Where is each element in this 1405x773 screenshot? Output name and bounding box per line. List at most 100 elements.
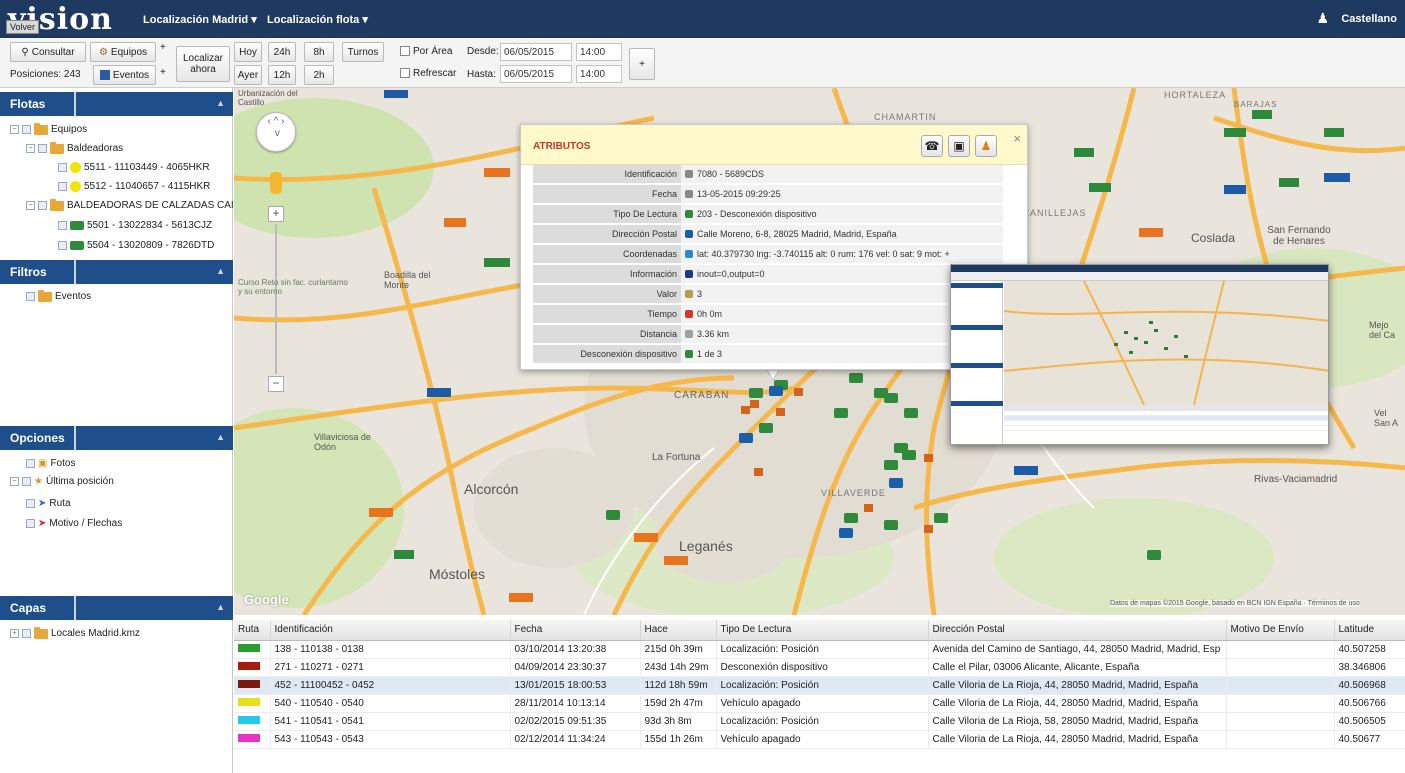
table-cell-id: 540 - 110540 - 0540	[270, 694, 511, 713]
column-header[interactable]: Ruta	[234, 620, 271, 641]
tree-item-equipos[interactable]: − Equipos	[10, 122, 87, 135]
table-row[interactable]: 543 - 110543 - 0543 02/12/2014 11:34:24 15…	[234, 730, 1405, 749]
option-ruta[interactable]: ➤ Ruta	[26, 498, 71, 509]
hasta-date-input[interactable]: 06/05/2015	[500, 65, 572, 83]
table-row[interactable]: 271 - 110271 - 0271 04/09/2014 23:30:37 24…	[234, 658, 1405, 677]
tree-checkbox[interactable]	[26, 519, 35, 528]
zoom-slider[interactable]	[275, 224, 277, 374]
equipos-more[interactable]: +	[160, 42, 166, 53]
collapse-icon[interactable]: −	[10, 477, 19, 486]
tree-item-baldeadoras[interactable]: − Baldeadoras	[26, 141, 123, 154]
route-color-swatch	[238, 679, 260, 688]
localizar-ahora-button[interactable]: Localizar ahora	[176, 46, 230, 82]
12h-button[interactable]: 12h	[268, 65, 296, 85]
route-color-cell	[234, 640, 271, 659]
menu-localizacion-madrid[interactable]: Localización Madrid ▾	[143, 13, 257, 26]
tree-item-vehicle[interactable]: 5511 - 11103449 - 4065HKR	[58, 162, 210, 173]
option-motivo-flechas[interactable]: ➤ Motivo / Flechas	[26, 518, 122, 529]
flotas-panel-header[interactable]: Flotas ▲	[0, 92, 233, 116]
2h-button[interactable]: 2h	[304, 65, 334, 85]
tree-checkbox[interactable]	[58, 182, 67, 191]
tree-checkbox[interactable]	[38, 201, 47, 210]
column-header[interactable]: Identificación	[270, 620, 511, 641]
collapse-icon[interactable]: +	[10, 629, 19, 638]
table-row[interactable]: 541 - 110541 - 0541 02/02/2015 09:51:35 93…	[234, 712, 1405, 731]
tree-checkbox[interactable]	[58, 241, 67, 250]
tree-item-vehicle[interactable]: 5504 - 13020809 - 7826DTD	[58, 240, 214, 251]
column-header[interactable]: Motivo De Envío	[1226, 620, 1335, 641]
tree-checkbox[interactable]	[22, 629, 31, 638]
collapse-icon[interactable]: −	[26, 201, 35, 210]
zoom-in-button[interactable]: +	[268, 206, 284, 222]
language-selector[interactable]: Castellano	[1341, 13, 1397, 25]
layer-locales-madrid[interactable]: + Locales Madrid.kmz	[10, 626, 140, 639]
add-range-button[interactable]: +	[629, 48, 655, 80]
popup-title: ATRIBUTOS	[533, 141, 591, 152]
tree-checkbox[interactable]	[22, 477, 31, 486]
por-area-toggle[interactable]: Por Área	[400, 46, 452, 57]
equipos-button[interactable]: ⚙ Equipos	[90, 42, 156, 62]
table-row[interactable]: 540 - 110540 - 0540 28/11/2014 10:13:14 15…	[234, 694, 1405, 713]
hoy-button[interactable]: Hoy	[234, 42, 262, 62]
tree-checkbox[interactable]	[38, 144, 47, 153]
consultar-button[interactable]: ⚲ Consultar	[10, 42, 86, 62]
collapse-icon[interactable]: −	[26, 144, 35, 153]
column-header[interactable]: Dirección Postal	[928, 620, 1227, 641]
opciones-panel-header[interactable]: Opciones ▲	[0, 426, 233, 450]
desde-time-input[interactable]: 14:00	[576, 43, 622, 61]
menu-localizacion-flota[interactable]: Localización flota ▾	[267, 13, 368, 26]
pan-control[interactable]: ‹ ^ › v	[256, 112, 296, 152]
tree-checkbox[interactable]	[26, 459, 35, 468]
capas-panel-header[interactable]: Capas ▲	[0, 596, 233, 620]
ayer-button[interactable]: Ayer	[234, 65, 262, 85]
8h-button[interactable]: 8h	[304, 42, 334, 62]
refrescar-toggle[interactable]: Refrescar	[400, 68, 456, 79]
zoom-out-button[interactable]: −	[268, 376, 284, 392]
table-cell-lat: 40.506766	[1334, 694, 1405, 713]
refrescar-checkbox[interactable]	[400, 68, 410, 79]
option-ultima-posicion[interactable]: − ★ Última posición	[10, 476, 114, 487]
por-area-checkbox[interactable]	[400, 46, 410, 57]
camera-icon[interactable]: ▣	[948, 135, 970, 157]
table-row[interactable]: 138 - 110138 - 0138 03/10/2014 13:20:38 21…	[234, 640, 1405, 659]
table-cell-fecha: 04/09/2014 23:30:37	[510, 658, 641, 677]
close-icon[interactable]: ×	[1013, 131, 1021, 146]
tree-checkbox[interactable]	[58, 221, 67, 230]
map-attribution[interactable]: Datos de mapas ©2015 Google, basado en B…	[1110, 600, 1360, 607]
filtros-panel-header[interactable]: Filtros ▲	[0, 260, 233, 284]
tree-item-vehicle[interactable]: 5501 - 13022834 - 5613CJZ	[58, 220, 212, 231]
collapse-icon[interactable]: −	[10, 125, 19, 134]
tree-checkbox[interactable]	[22, 125, 31, 134]
tree-item-eventos[interactable]: Eventos	[26, 289, 91, 302]
column-header[interactable]: Latitude	[1334, 620, 1405, 641]
route-color-swatch	[238, 643, 260, 652]
readings-table: Ruta Identificación Fecha Hace Tipo De L…	[234, 620, 1405, 773]
streetview-pegman-icon[interactable]	[270, 172, 282, 194]
tree-checkbox[interactable]	[58, 163, 67, 172]
option-fotos[interactable]: ▣ Fotos	[26, 458, 75, 469]
google-logo: Google	[244, 592, 289, 607]
eventos-more[interactable]: +	[160, 67, 166, 78]
column-header[interactable]: Hace	[640, 620, 717, 641]
vehicle-marker-icon	[70, 162, 81, 173]
24h-button[interactable]: 24h	[268, 42, 296, 62]
back-button[interactable]: Volver	[6, 20, 40, 34]
turnos-button[interactable]: Turnos	[342, 42, 384, 62]
desde-date-input[interactable]: 06/05/2015	[500, 43, 572, 61]
column-header[interactable]: Tipo De Lectura	[716, 620, 929, 641]
map-label: Móstoles	[429, 566, 486, 582]
phone-icon[interactable]: ☎	[921, 135, 943, 157]
route-color-swatch	[238, 661, 260, 670]
hasta-time-input[interactable]: 14:00	[576, 65, 622, 83]
column-header[interactable]: Fecha	[510, 620, 641, 641]
table-row[interactable]: 452 - 11100452 - 0452 13/01/2015 18:00:53…	[234, 676, 1405, 695]
tree-checkbox[interactable]	[26, 499, 35, 508]
eventos-button[interactable]: Eventos	[93, 65, 156, 85]
tree-item-baldeadoras-calzadas[interactable]: − BALDEADORAS DE CALZADAS CAI	[26, 198, 234, 211]
folder-icon	[38, 289, 52, 302]
attr-row: Identificación 7080 - 5689CDS	[533, 165, 1003, 184]
tree-checkbox[interactable]	[26, 292, 35, 301]
streetview-icon[interactable]: ♟	[975, 135, 997, 157]
tree-item-vehicle[interactable]: 5512 - 11040657 - 4115HKR	[58, 181, 210, 192]
attr-row: Dirección Postal Calle Moreno, 6-8, 28025…	[533, 225, 1003, 244]
